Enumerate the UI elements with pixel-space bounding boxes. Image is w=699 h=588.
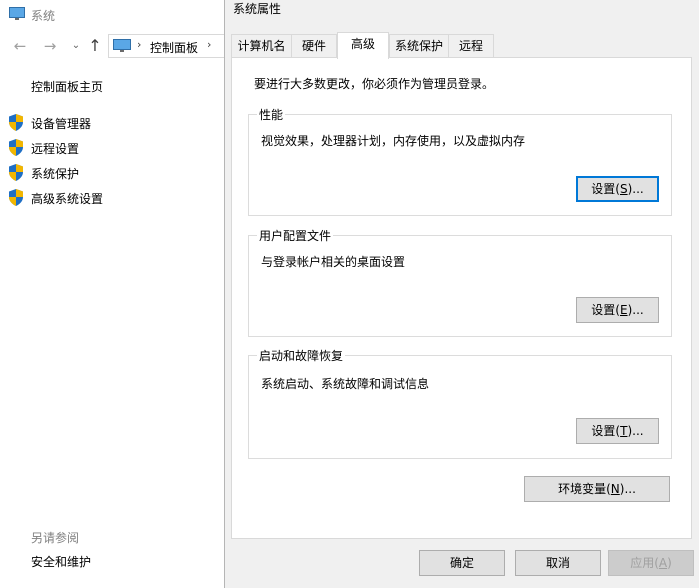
sidebar-item-label: 设备管理器 <box>31 117 92 131</box>
access-key: S <box>619 182 628 196</box>
up-arrow-icon[interactable]: ↑ <box>85 36 105 56</box>
security-maintenance-link[interactable]: 安全和维护 <box>31 553 91 570</box>
window-title: 系统 <box>31 9 56 23</box>
button-label: 设置( <box>591 424 621 438</box>
startup-recovery-group-title: 启动和故障恢复 <box>257 347 346 364</box>
startup-recovery-description: 系统启动、系统故障和调试信息 <box>261 377 430 391</box>
button-label: 环境变量( <box>558 482 611 496</box>
control-panel-titlebar: 系统 <box>0 0 224 30</box>
breadcrumb-chevron-icon[interactable]: › <box>137 38 141 51</box>
performance-description: 视觉效果，处理器计划，内存使用，以及虚拟内存 <box>261 134 526 148</box>
performance-group-title: 性能 <box>257 106 286 123</box>
shield-icon <box>9 114 23 131</box>
tab-hardware[interactable]: 硬件 <box>291 34 337 58</box>
control-panel-home-link[interactable]: 控制面板主页 <box>31 78 103 95</box>
performance-group: 性能 视觉效果，处理器计划，内存使用，以及虚拟内存 设置(S)... <box>248 106 672 216</box>
advanced-tab-panel: 要进行大多数更改，你必须作为管理员登录。 性能 视觉效果，处理器计划，内存使用，… <box>231 57 692 539</box>
cancel-button[interactable]: 取消 <box>515 550 601 576</box>
back-arrow-icon[interactable]: ← <box>10 36 30 56</box>
access-key: A <box>658 556 668 570</box>
button-label: )... <box>627 424 644 438</box>
user-profiles-group-title: 用户配置文件 <box>257 227 334 244</box>
sidebar-item-label: 远程设置 <box>31 142 80 156</box>
address-bar[interactable]: › 控制面板 › <box>108 34 228 58</box>
tab-advanced[interactable]: 高级 <box>337 32 389 59</box>
apply-button[interactable]: 应用(A) <box>608 550 694 576</box>
button-label: )... <box>627 303 644 317</box>
control-panel-icon <box>113 39 131 52</box>
system-properties-dialog: 系统属性 计算机名 硬件 高级 系统保护 远程 要进行大多数更改，你必须作为管理… <box>224 0 699 588</box>
performance-settings-button[interactable]: 设置(S)... <box>576 176 659 202</box>
startup-recovery-settings-button[interactable]: 设置(T)... <box>576 418 659 444</box>
user-profiles-description: 与登录帐户相关的桌面设置 <box>261 255 406 269</box>
access-key: N <box>610 482 620 496</box>
button-label: )... <box>627 182 644 196</box>
breadcrumb-control-panel[interactable]: 控制面板 <box>150 39 198 56</box>
breadcrumb-chevron-icon[interactable]: › <box>207 38 211 51</box>
user-profiles-group: 用户配置文件 与登录帐户相关的桌面设置 设置(E)... <box>248 227 672 337</box>
shield-icon <box>9 139 23 156</box>
startup-recovery-group: 启动和故障恢复 系统启动、系统故障和调试信息 设置(T)... <box>248 347 672 459</box>
tab-remote[interactable]: 远程 <box>448 34 494 58</box>
environment-variables-button[interactable]: 环境变量(N)... <box>524 476 670 502</box>
user-profiles-settings-button[interactable]: 设置(E)... <box>576 297 659 323</box>
access-key: E <box>619 303 628 317</box>
sidebar-item-label: 系统保护 <box>31 167 80 181</box>
navigation-bar: ← → ⌄ ↑ › 控制面板 › <box>0 32 228 60</box>
button-label: ) <box>667 556 672 570</box>
forward-arrow-icon[interactable]: → <box>40 36 60 56</box>
tab-strip: 计算机名 硬件 高级 系统保护 远程 <box>231 32 691 59</box>
computer-icon <box>9 7 25 20</box>
admin-notice: 要进行大多数更改，你必须作为管理员登录。 <box>254 77 495 91</box>
tab-computer-name[interactable]: 计算机名 <box>231 34 292 58</box>
shield-icon <box>9 189 23 206</box>
button-label: )... <box>619 482 636 496</box>
see-also-heading: 另请参阅 <box>31 531 80 545</box>
button-label: 应用( <box>630 556 659 570</box>
sidebar-item-label: 高级系统设置 <box>31 192 104 206</box>
shield-icon <box>9 164 23 181</box>
button-label: 设置( <box>591 182 620 196</box>
control-panel-window: 系统 ← → ⌄ ↑ › 控制面板 › 控制面板主页 设备管理器 远程设置 系统… <box>0 0 228 588</box>
tab-system-protection[interactable]: 系统保护 <box>389 34 449 58</box>
button-label: 设置( <box>591 303 620 317</box>
ok-button[interactable]: 确定 <box>419 550 505 576</box>
recent-locations-chevron-icon[interactable]: ⌄ <box>66 36 86 56</box>
dialog-title: 系统属性 <box>233 2 282 16</box>
